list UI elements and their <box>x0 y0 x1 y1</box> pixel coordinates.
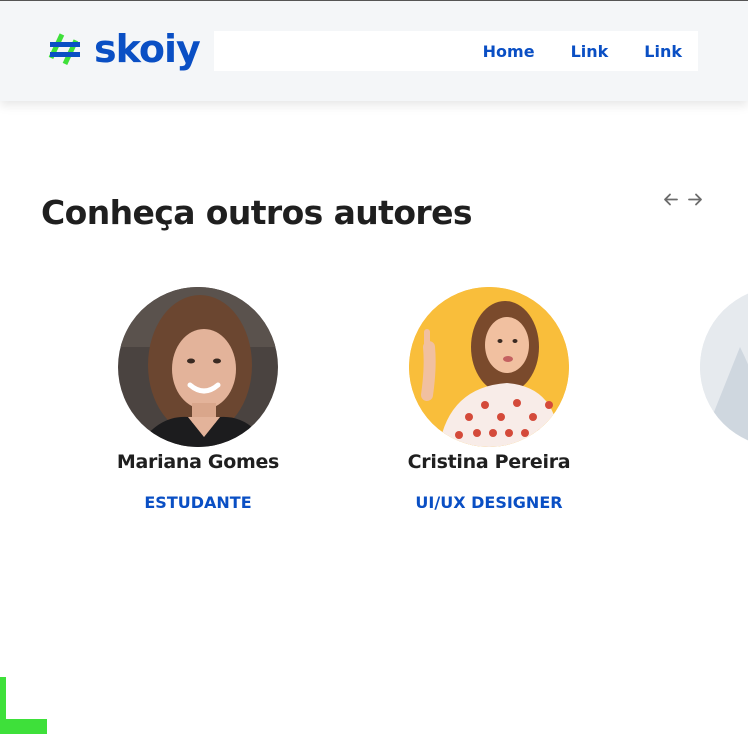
avatar <box>700 287 748 447</box>
site-header: skoiy Home Link Link <box>0 1 748 101</box>
author-role: FRONT <box>660 493 748 512</box>
section-title: Conheça outros autores <box>41 193 473 232</box>
arrow-right-icon[interactable] <box>687 191 704 208</box>
avatar <box>118 287 278 447</box>
avatar-photo-2 <box>409 287 569 447</box>
author-card[interactable]: Mariana Gomes ESTUDANTE <box>78 287 318 512</box>
nav-link-1[interactable]: Link <box>571 42 609 61</box>
avatar-photo-3 <box>700 287 748 447</box>
logo-mark-icon <box>48 33 80 66</box>
author-name: Cristina Pereira <box>407 451 571 473</box>
author-name: Mariana Gomes <box>116 451 280 473</box>
arrow-left-icon[interactable] <box>662 191 679 208</box>
page: skoiy Home Link Link Conheça outros auto… <box>0 0 748 734</box>
author-name: A <box>660 451 748 473</box>
carousel-controls <box>662 191 704 208</box>
author-role: UI/UX DESIGNER <box>415 493 563 512</box>
nav-link-home[interactable]: Home <box>483 42 535 61</box>
author-role: ESTUDANTE <box>144 493 252 512</box>
brand-name: skoiy <box>94 27 201 71</box>
brand-logo[interactable]: skoiy <box>48 27 201 71</box>
author-card[interactable]: A FRONT <box>660 287 748 512</box>
nav-link-2[interactable]: Link <box>644 42 682 61</box>
avatar-photo-1 <box>118 287 278 447</box>
author-card[interactable]: Cristina Pereira UI/UX DESIGNER <box>369 287 609 512</box>
main-nav: Home Link Link <box>214 31 698 71</box>
avatar <box>409 287 569 447</box>
corner-decoration-icon <box>0 677 47 734</box>
